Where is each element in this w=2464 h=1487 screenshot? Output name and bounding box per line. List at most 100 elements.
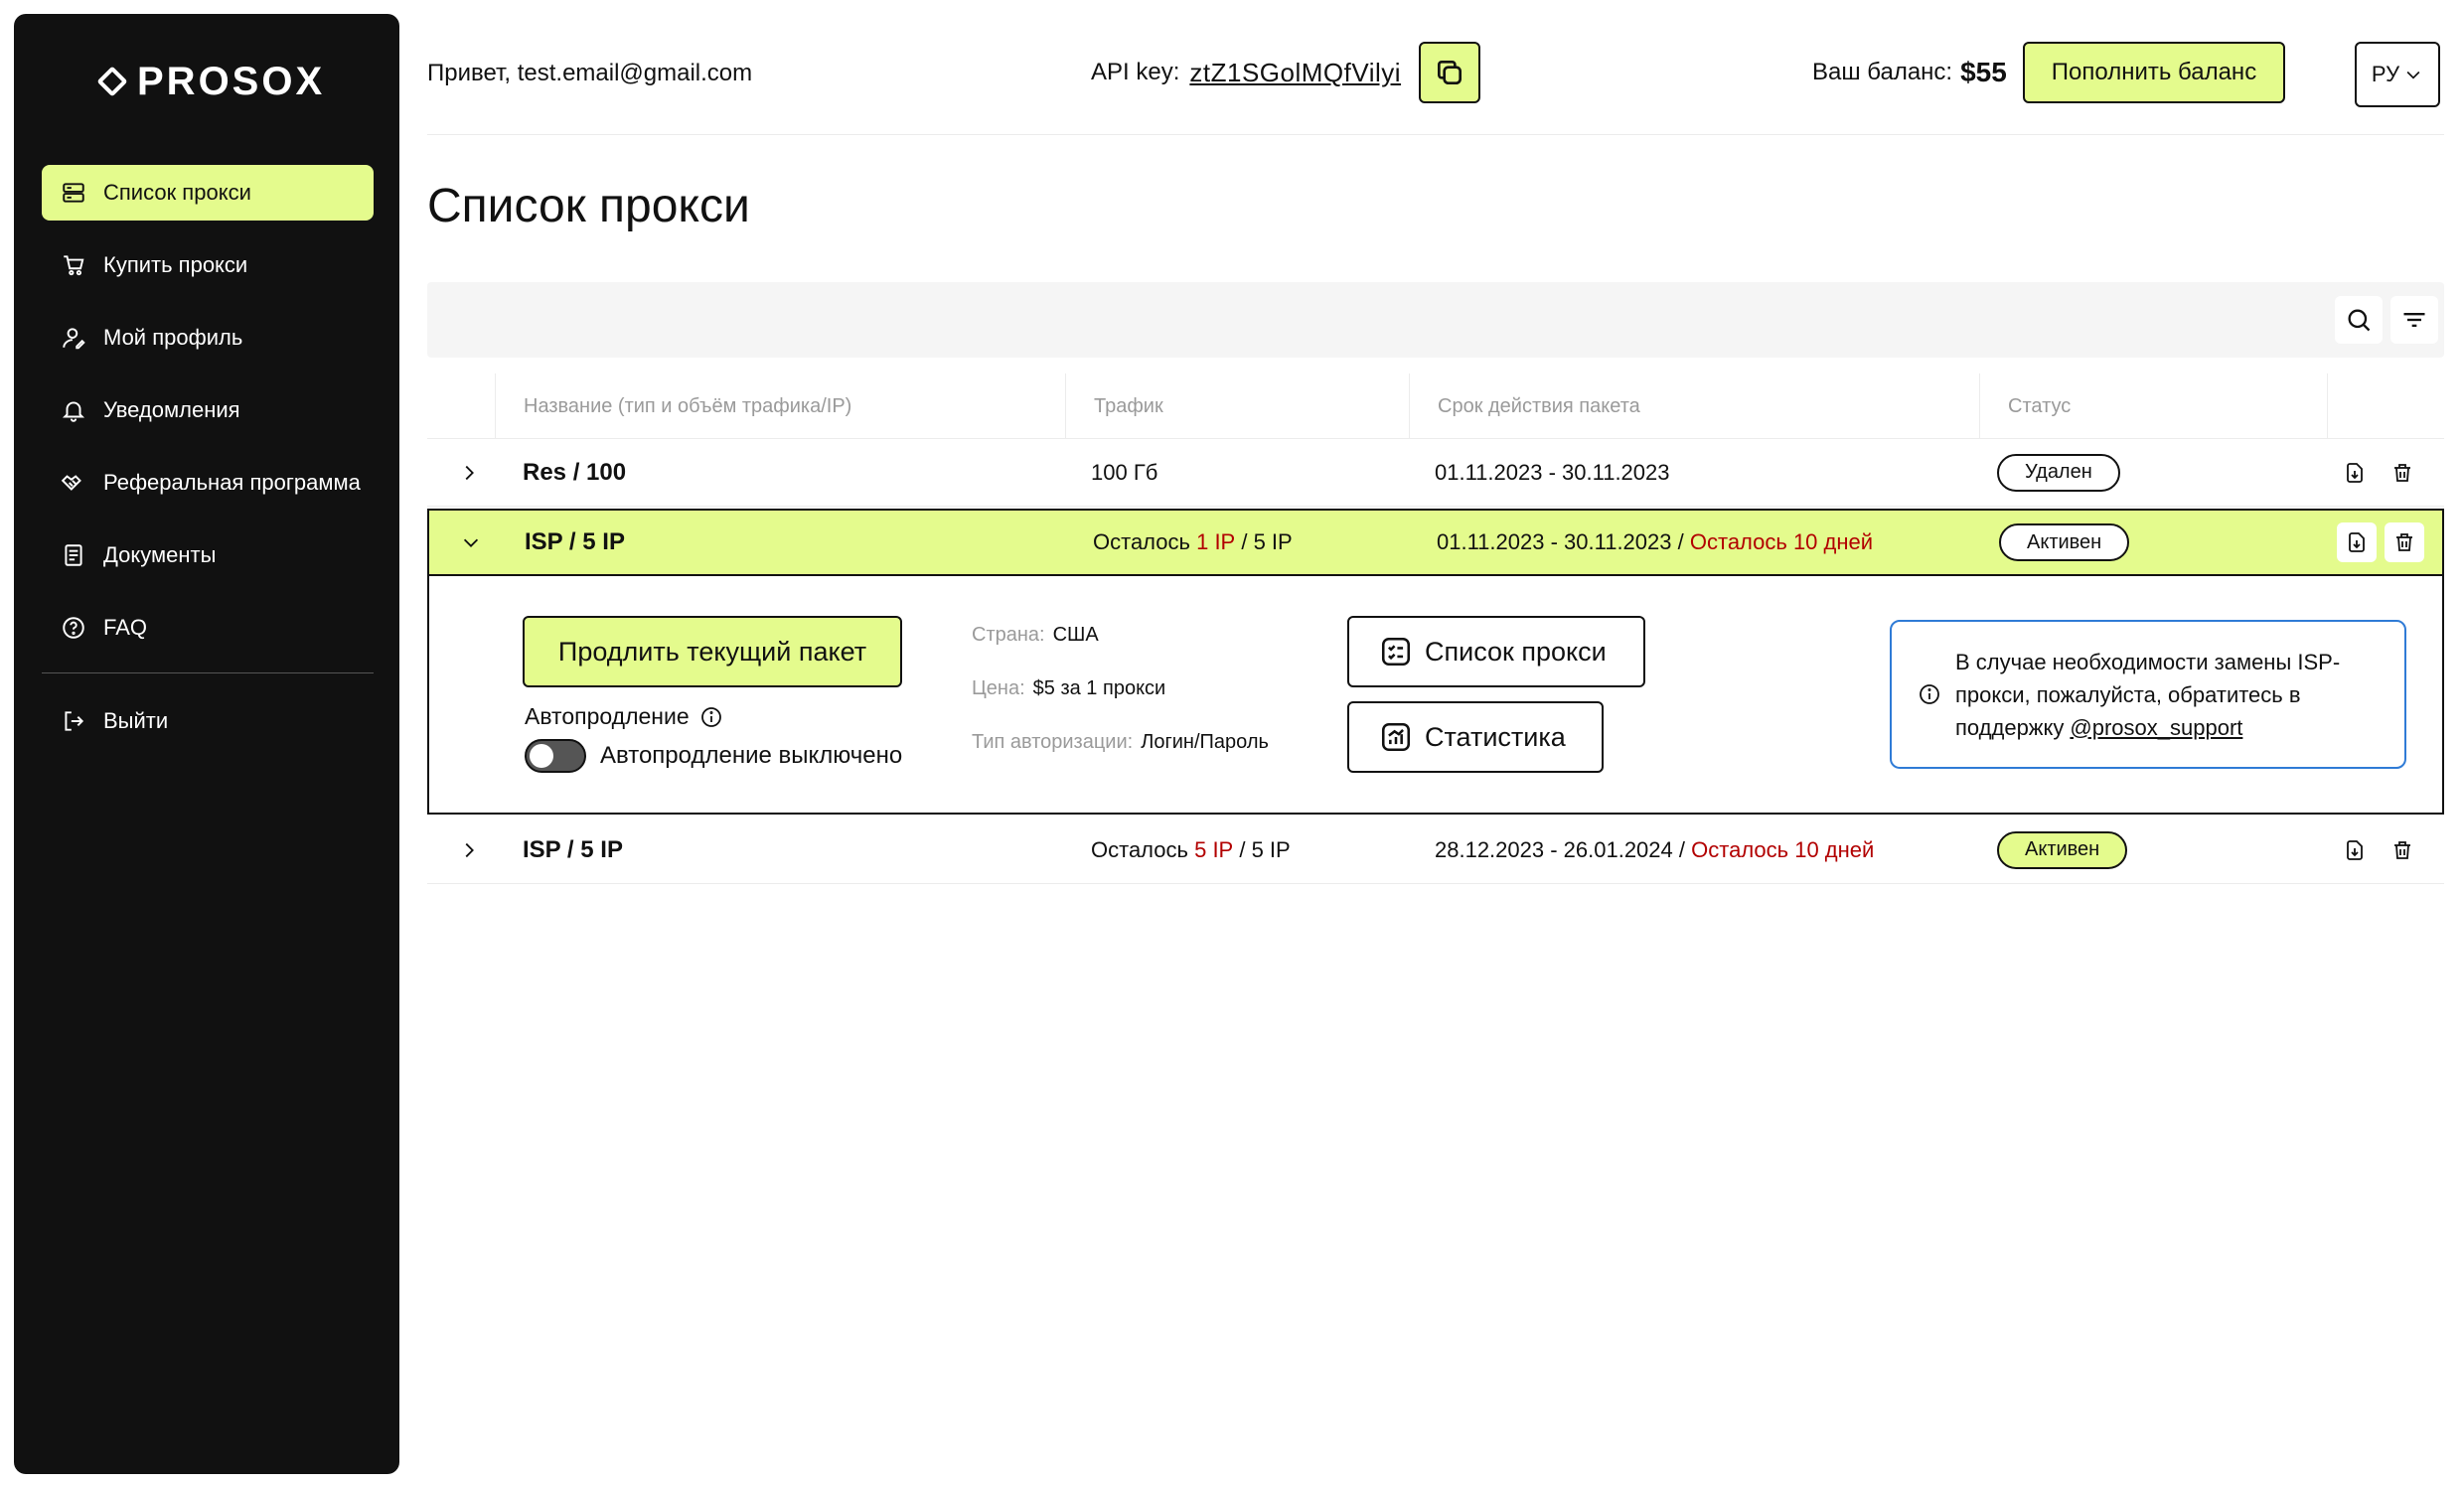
sidebar-item-profile[interactable]: Мой профиль <box>42 310 374 366</box>
sidebar-item-referral[interactable]: Реферальная программа <box>42 455 374 511</box>
table-row[interactable]: ISP / 5 IP Осталось 5 IP / 5 IP 28.12.20… <box>427 817 2444 884</box>
auth-row: Тип авторизации: Логин/Пароль <box>972 731 1269 785</box>
bell-icon <box>60 396 87 424</box>
download-button[interactable] <box>2335 829 2375 870</box>
row-actions <box>2335 817 2430 883</box>
row-details-panel: Продлить текущий пакет Автопродление Авт… <box>427 576 2444 815</box>
table-header: Название (тип и объём трафика/IP) Трафик… <box>427 373 2444 439</box>
statistics-button[interactable]: Статистика <box>1347 701 1604 773</box>
traffic-total: / 5 IP <box>1241 529 1293 554</box>
download-file-icon <box>2347 462 2363 483</box>
greeting-text: Привет, <box>427 60 512 86</box>
auth-label: Тип авторизации: <box>972 731 1134 753</box>
balance-block: Ваш баланс: $55 <box>1812 42 2007 103</box>
support-notice: В случае необходимости замены ISP-прокси… <box>1890 620 2406 769</box>
notice-text: В случае необходимости замены ISP-прокси… <box>1955 646 2379 744</box>
topup-balance-button[interactable]: Пополнить баланс <box>2023 42 2285 103</box>
proxy-name: ISP / 5 IP <box>523 835 623 863</box>
logout-icon <box>60 707 87 735</box>
sidebar-item-buy-proxy[interactable]: Купить прокси <box>42 237 374 293</box>
sidebar: PROSOX Список прокси Купить прокси Мой п… <box>14 14 399 1474</box>
period-separator: / <box>1677 529 1684 554</box>
filter-icon <box>2403 313 2425 327</box>
sidebar-item-faq[interactable]: FAQ <box>42 600 374 656</box>
balance-label: Ваш баланс: <box>1812 59 1953 85</box>
table-row-expanded[interactable]: ISP / 5 IP Осталось 1 IP / 5 IP 01.11.20… <box>427 509 2444 576</box>
language-select[interactable]: РУ <box>2355 42 2440 107</box>
greeting: Привет, test.email@gmail.com <box>427 60 752 87</box>
sidebar-item-proxy-list[interactable]: Список прокси <box>42 165 374 221</box>
language-value: РУ <box>2371 62 2400 86</box>
sidebar-item-label: Мой профиль <box>103 325 243 350</box>
sidebar-item-notifications[interactable]: Уведомления <box>42 382 374 438</box>
price-value: $5 за 1 прокси <box>1032 677 1166 699</box>
period-value: 28.12.2023 - 26.01.2024 / Осталось 10 дн… <box>1435 817 1874 883</box>
expand-button[interactable] <box>449 439 489 506</box>
autorenew-toggle[interactable] <box>525 739 586 773</box>
copy-api-key-button[interactable] <box>1419 42 1481 103</box>
sidebar-item-label: Реферальная программа <box>103 470 361 495</box>
delete-button[interactable] <box>2383 829 2422 870</box>
delete-button[interactable] <box>2383 452 2422 493</box>
sidebar-divider <box>42 672 374 673</box>
price-label: Цена: <box>972 677 1025 699</box>
download-file-icon <box>2349 532 2365 552</box>
chart-icon <box>1381 722 1411 752</box>
renew-package-button[interactable]: Продлить текущий пакет <box>523 616 902 687</box>
sidebar-nav: Список прокси Купить прокси Мой профиль … <box>42 165 374 766</box>
row-actions <box>2335 439 2430 506</box>
table-toolbar <box>427 282 2444 358</box>
status-cell: Активен <box>1997 817 2128 883</box>
status-cell: Активен <box>1999 511 2130 574</box>
status-cell: Удален <box>1997 439 2120 506</box>
traffic-left: 5 IP <box>1194 836 1234 862</box>
filter-button[interactable] <box>2390 296 2438 344</box>
column-header-status: Статус <box>1979 373 2327 439</box>
user-email: test.email@gmail.com <box>517 60 753 86</box>
column-header-period: Срок действия пакета <box>1409 373 1979 439</box>
sidebar-item-label: Купить прокси <box>103 252 248 277</box>
chevron-down-icon <box>463 538 479 547</box>
delete-button[interactable] <box>2385 522 2424 562</box>
sidebar-item-label: Документы <box>103 542 217 567</box>
sidebar-item-label: Список прокси <box>103 180 251 205</box>
proxy-list-button-label: Список прокси <box>1425 636 1607 667</box>
days-left: Осталось 10 дней <box>1689 529 1874 554</box>
period-dates: 28.12.2023 - 26.01.2024 <box>1435 836 1673 862</box>
traffic-total: / 5 IP <box>1239 836 1291 862</box>
info-icon[interactable] <box>699 705 723 729</box>
expand-button[interactable] <box>449 817 489 883</box>
country-value: США <box>1052 624 1099 646</box>
status-badge: Активен <box>1999 523 2130 561</box>
chevron-right-icon <box>465 842 474 857</box>
logo[interactable]: PROSOX <box>96 52 325 111</box>
logo-diamond-icon <box>96 66 128 97</box>
copy-icon <box>1438 61 1463 84</box>
checklist-icon <box>1381 637 1411 667</box>
question-icon <box>60 614 87 642</box>
column-header-actions <box>2327 373 2444 439</box>
collapse-button[interactable] <box>451 511 491 574</box>
download-button[interactable] <box>2335 452 2375 493</box>
traffic-prefix: Осталось <box>1093 529 1190 554</box>
row-actions <box>2337 511 2432 574</box>
balance-value: $55 <box>1960 57 2007 87</box>
proxy-name: ISP / 5 IP <box>525 528 625 555</box>
period-value: 01.11.2023 - 30.11.2023 <box>1435 459 1670 485</box>
sidebar-item-logout[interactable]: Выйти <box>42 693 374 749</box>
cart-icon <box>60 251 87 279</box>
info-icon <box>1920 684 1939 704</box>
sidebar-item-label: Уведомления <box>103 397 240 422</box>
table-row[interactable]: Res / 100 100 Гб 01.11.2023 - 30.11.2023… <box>427 439 2444 507</box>
proxy-list-button[interactable]: Список прокси <box>1347 616 1645 687</box>
top-header: Привет, test.email@gmail.com API key: zt… <box>427 36 2444 135</box>
search-button[interactable] <box>2335 296 2383 344</box>
traffic-left: 1 IP <box>1196 529 1236 554</box>
api-key-value[interactable]: ztZ1SGolMQfVilyi <box>1189 58 1401 88</box>
sidebar-item-documents[interactable]: Документы <box>42 527 374 583</box>
download-button[interactable] <box>2337 522 2377 562</box>
traffic-value: 100 Гб <box>1091 459 1158 485</box>
support-link[interactable]: @prosox_support <box>2070 715 2242 740</box>
sidebar-item-label: Выйти <box>103 708 169 733</box>
price-row: Цена: $5 за 1 прокси <box>972 677 1269 731</box>
